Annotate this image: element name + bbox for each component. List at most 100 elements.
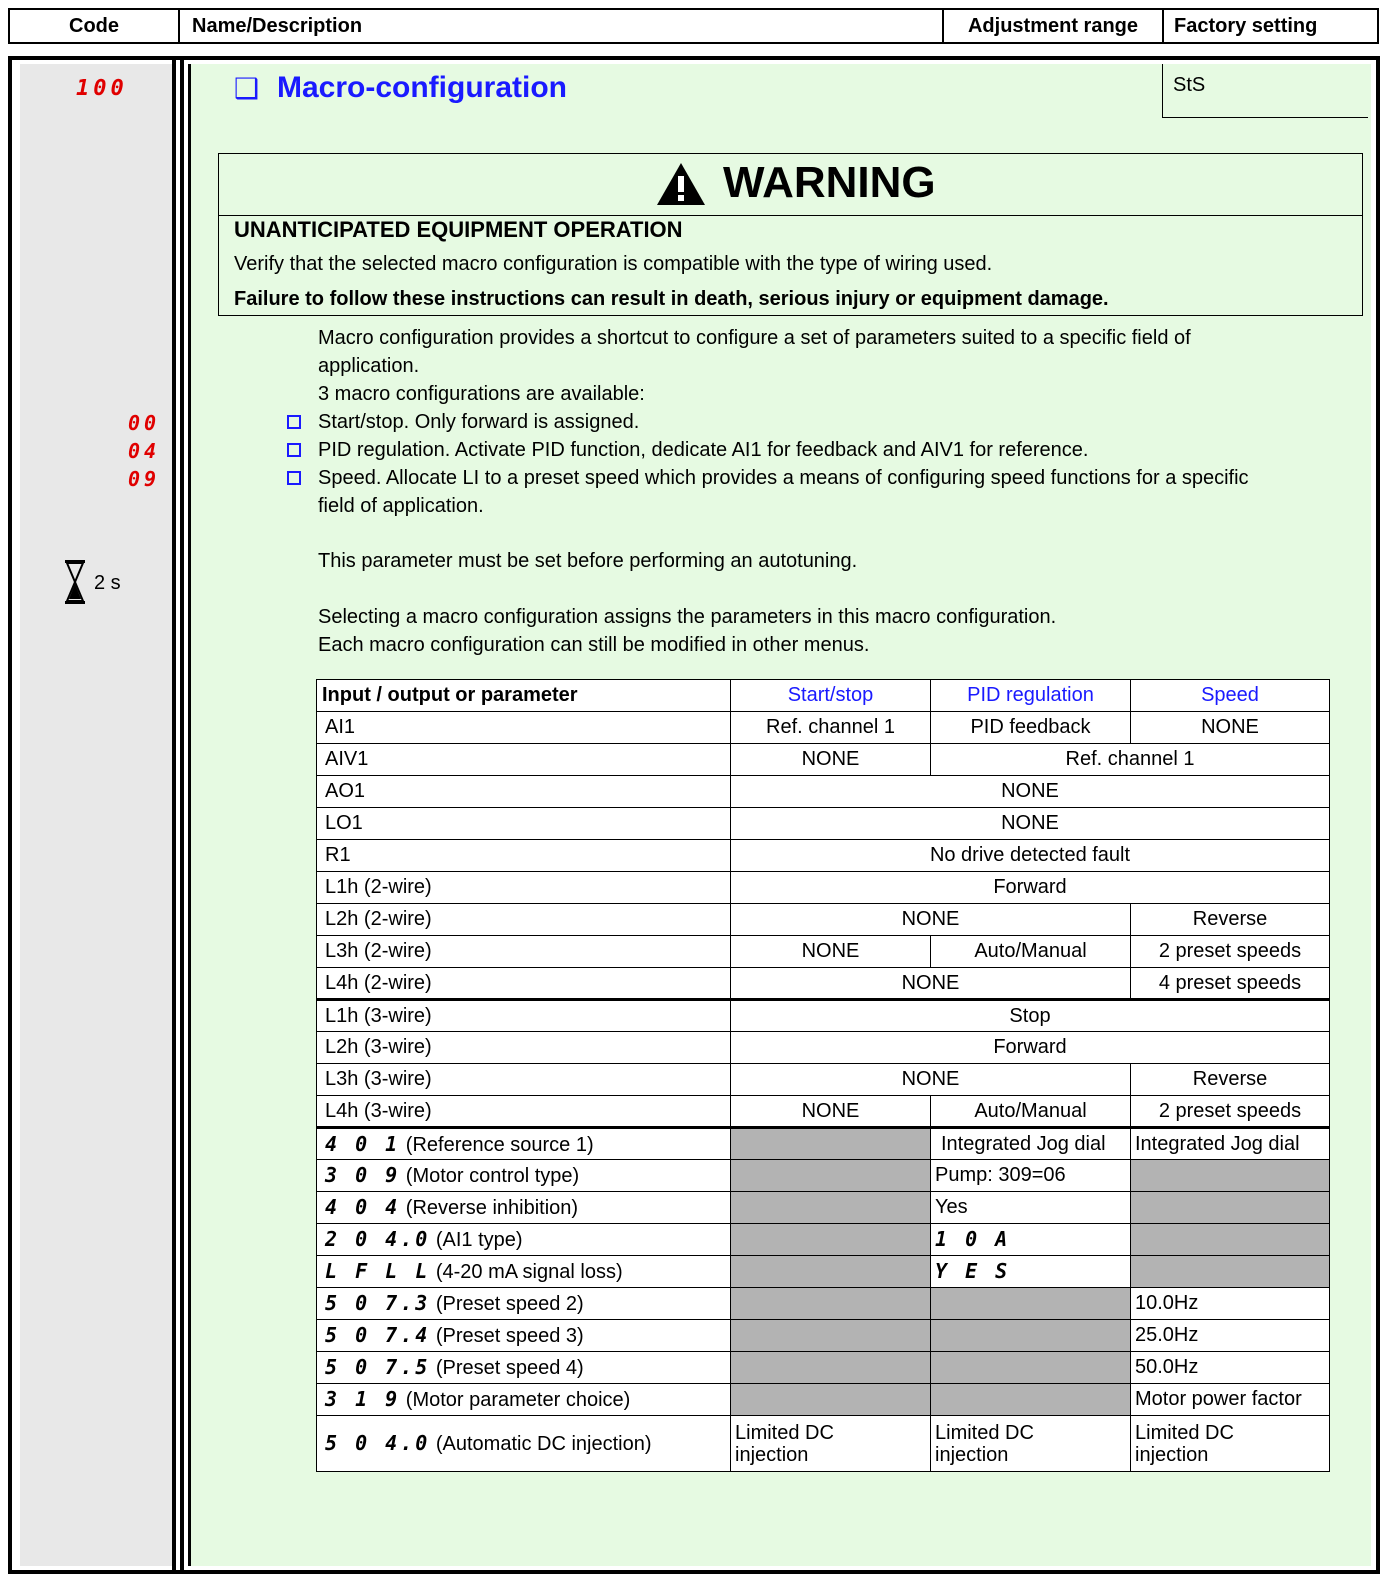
bullet-square-icon (287, 415, 301, 429)
param-value-code: 1 0 A (935, 1227, 1011, 1251)
table-cell: 25.0Hz (1130, 1319, 1330, 1352)
table-cell: AI1 (316, 711, 731, 744)
table-cell: Reverse (1130, 903, 1330, 936)
table-row: 4 0 4 (Reverse inhibition) Yes (316, 1191, 1330, 1224)
header-factory: Factory setting (1174, 15, 1318, 37)
table-cell: 10.0Hz (1130, 1287, 1330, 1320)
table-header-cell: PID regulation (930, 679, 1131, 712)
table-cell: NONE (730, 807, 1330, 840)
table-row: 3 0 9 (Motor control type) Pump: 309=06 (316, 1159, 1330, 1192)
table-cell: 5 0 4.0 (Automatic DC injection) (316, 1415, 731, 1472)
column-divider (172, 60, 176, 1570)
table-cell: 5 0 7.3 (Preset speed 2) (316, 1287, 731, 1320)
table-cell: L4h (2-wire) (316, 967, 731, 1000)
table-row: AO1 NONE (316, 775, 1330, 808)
table-cell: Limited DC injection (730, 1415, 931, 1472)
bullet-square-icon (287, 443, 301, 457)
table-cell: NONE (730, 743, 931, 776)
table-cell: NONE (730, 775, 1330, 808)
param-code: 5 0 7.5 (325, 1355, 431, 1379)
option-speed: Speed. Allocate LI to a preset speed whi… (318, 467, 1249, 489)
cell-line: injection (1135, 1443, 1209, 1466)
table-row: 4 0 1 (Reference source 1) Integrated Jo… (316, 1126, 1330, 1160)
param-code: 5 0 7.3 (325, 1291, 431, 1315)
macro-configuration-table: Input / output or parameter Start/stop P… (316, 679, 1330, 1472)
table-cell: 3 1 9 (Motor parameter choice) (316, 1383, 731, 1416)
table-row: 5 0 4.0 (Automatic DC injection) Limited… (316, 1415, 1330, 1472)
table-row: L1h (2-wire) Forward (316, 871, 1330, 904)
table-cell: NONE (1130, 711, 1330, 744)
param-desc: (Reference source 1) (405, 1133, 594, 1156)
table-cell: PID feedback (930, 711, 1131, 744)
table-cell-empty (730, 1255, 931, 1288)
option-startstop: Start/stop. Only forward is assigned. (318, 411, 640, 433)
table-cell-empty (1130, 1223, 1330, 1256)
warning-triangle-icon (655, 161, 707, 207)
table-row: L2h (3-wire) Forward (316, 1031, 1330, 1064)
table-cell: 2 preset speeds (1130, 935, 1330, 968)
code-column (20, 64, 172, 1566)
table-cell-empty (730, 1126, 931, 1160)
table-cell: Limited DC injection (1130, 1415, 1330, 1472)
cell-line: Limited DC (935, 1421, 1034, 1444)
table-cell-empty (1130, 1191, 1330, 1224)
table-cell: LO1 (316, 807, 731, 840)
table-row: 5 0 7.5 (Preset speed 4) 50.0Hz (316, 1351, 1330, 1384)
table-cell: NONE (730, 967, 1131, 1000)
warning-consequence: Failure to follow these instructions can… (234, 288, 1109, 310)
cell-line: Limited DC (735, 1421, 834, 1444)
option-code-speed: 09 (128, 467, 161, 491)
param-desc: (Preset speed 2) (435, 1293, 584, 1315)
table-row: L4h (3-wire) NONE Auto/Manual 2 preset s… (316, 1095, 1330, 1128)
note-modify: Each macro configuration can still be mo… (318, 634, 870, 656)
param-code: L F L L (325, 1259, 431, 1283)
table-row: 5 0 7.3 (Preset speed 2) 10.0Hz (316, 1287, 1330, 1320)
warning-heading: UNANTICIPATED EQUIPMENT OPERATION (234, 217, 683, 242)
hourglass-icon (64, 560, 86, 604)
table-cell: Limited DC injection (930, 1415, 1131, 1472)
table-row: L3h (2-wire) NONE Auto/Manual 2 preset s… (316, 935, 1330, 968)
table-cell: 4 0 4 (Reverse inhibition) (316, 1191, 731, 1224)
table-cell: 4 preset speeds (1130, 967, 1330, 1000)
param-code: 5 0 4.0 (325, 1431, 431, 1455)
table-cell: 5 0 7.5 (Preset speed 4) (316, 1351, 731, 1384)
table-cell: NONE (730, 1095, 931, 1128)
table-cell: NONE (730, 903, 1131, 936)
table-row: L2h (2-wire) NONE Reverse (316, 903, 1330, 936)
table-cell: 2 0 4.0 (AI1 type) (316, 1223, 731, 1256)
table-cell-empty (730, 1319, 931, 1352)
table-cell: 3 0 9 (Motor control type) (316, 1159, 731, 1192)
factory-setting-box: StS (1162, 64, 1368, 118)
table-cell: L F L L (4-20 mA signal loss) (316, 1255, 731, 1288)
param-desc: (Preset speed 3) (435, 1325, 584, 1347)
cell-line: Limited DC (1135, 1421, 1234, 1444)
factory-setting-value: StS (1173, 74, 1206, 96)
table-cell: No drive detected fault (730, 839, 1330, 872)
table-cell: L3h (3-wire) (316, 1063, 731, 1096)
table-cell: Yes (930, 1191, 1131, 1224)
param-code: 3 1 9 (325, 1387, 401, 1411)
table-cell: 2 preset speeds (1130, 1095, 1330, 1128)
table-cell: NONE (730, 935, 931, 968)
table-cell-empty (930, 1351, 1131, 1384)
table-header-row: Input / output or parameter Start/stop P… (316, 679, 1330, 712)
table-cell-empty (730, 1191, 931, 1224)
table-cell: Ref. channel 1 (930, 743, 1330, 776)
table-cell: R1 (316, 839, 731, 872)
table-cell: 4 0 1 (Reference source 1) (316, 1126, 731, 1160)
table-header-cell: Input / output or parameter (316, 679, 731, 712)
param-desc: (Motor parameter choice) (405, 1389, 631, 1411)
header-name: Name/Description (180, 10, 944, 42)
table-cell: NONE (730, 1063, 1131, 1096)
param-desc: (Motor control type) (405, 1165, 580, 1187)
table-cell-empty (930, 1319, 1131, 1352)
table-cell: AO1 (316, 775, 731, 808)
header-range: Adjustment range (944, 10, 1164, 42)
table-cell-empty (1130, 1255, 1330, 1288)
table-cell: Auto/Manual (930, 935, 1131, 968)
table-cell: AIV1 (316, 743, 731, 776)
table-cell: Auto/Manual (930, 1095, 1131, 1128)
table-row: R1 No drive detected fault (316, 839, 1330, 872)
table-cell: 1 0 A (930, 1223, 1131, 1256)
param-code: 5 0 7.4 (325, 1323, 431, 1347)
